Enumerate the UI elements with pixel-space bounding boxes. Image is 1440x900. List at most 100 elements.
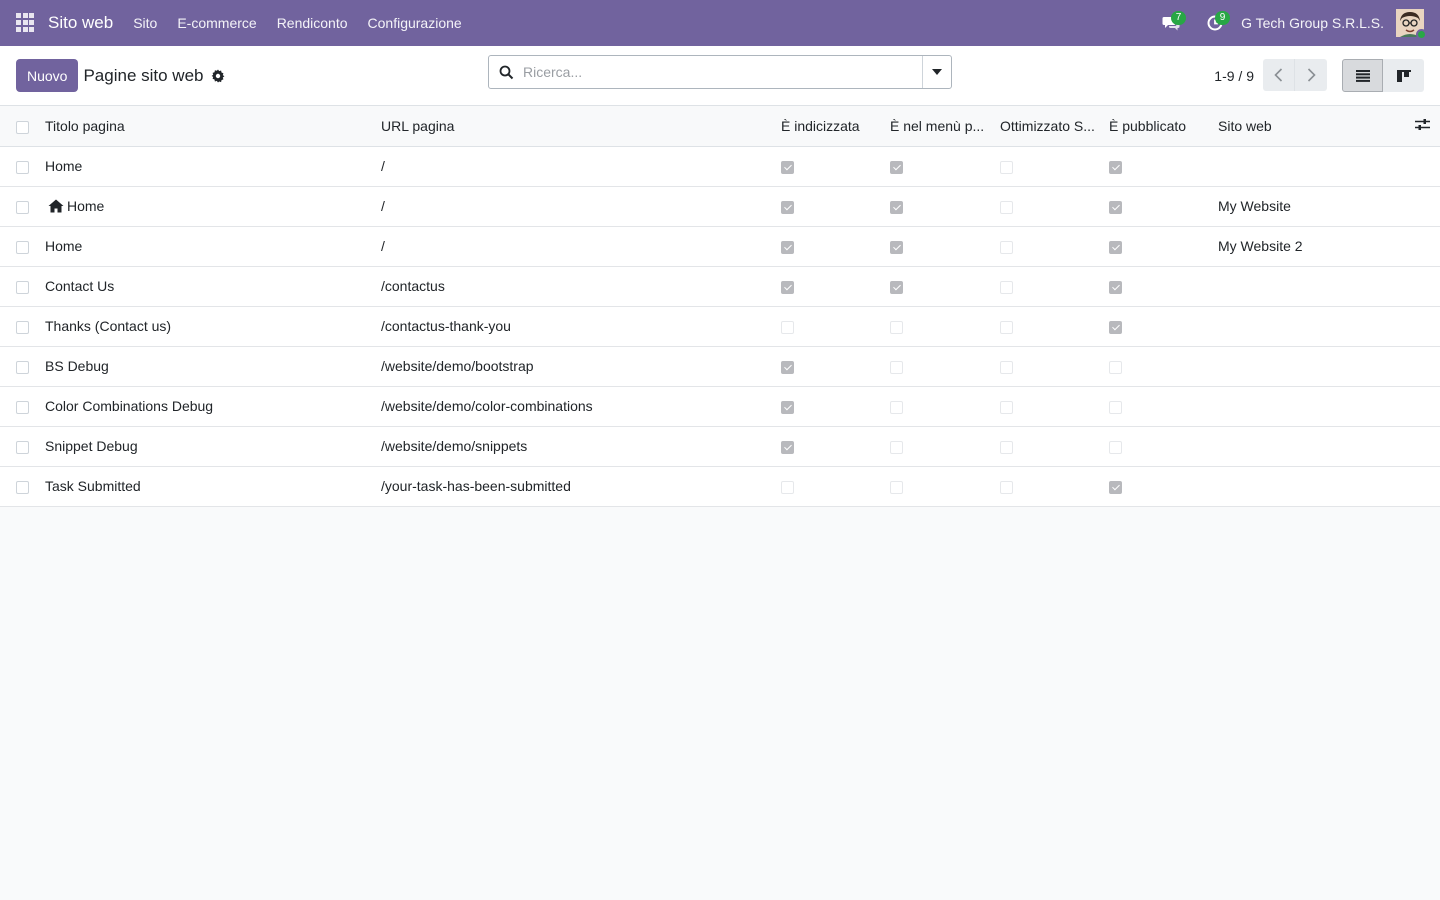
column-header-published[interactable]: È pubblicato bbox=[1105, 106, 1214, 146]
row-select-checkbox[interactable] bbox=[16, 240, 29, 254]
page-title-cell[interactable]: BS Debug bbox=[41, 346, 377, 386]
in-menu-checkbox[interactable] bbox=[890, 200, 903, 214]
page-title-cell[interactable]: Thanks (Contact us) bbox=[41, 306, 377, 346]
in-menu-checkbox[interactable] bbox=[890, 400, 903, 414]
row-select-checkbox[interactable] bbox=[16, 360, 29, 374]
page-url-cell[interactable]: /contactus-thank-you bbox=[377, 306, 777, 346]
page-title-cell[interactable]: Color Combinations Debug bbox=[41, 386, 377, 426]
row-select-checkbox[interactable] bbox=[16, 480, 29, 494]
row-select-checkbox[interactable] bbox=[16, 320, 29, 334]
user-avatar[interactable] bbox=[1396, 9, 1427, 40]
seo-optimized-checkbox[interactable] bbox=[1000, 320, 1013, 334]
search-options-toggle[interactable] bbox=[922, 56, 951, 88]
indexed-checkbox[interactable] bbox=[781, 280, 794, 294]
table-row[interactable]: Contact Us/contactus bbox=[0, 266, 1440, 306]
optional-columns-toggle[interactable] bbox=[1400, 106, 1440, 146]
published-checkbox[interactable] bbox=[1109, 320, 1122, 334]
table-row[interactable]: Snippet Debug/website/demo/snippets bbox=[0, 426, 1440, 466]
website-cell[interactable]: My Website bbox=[1214, 186, 1400, 226]
published-checkbox[interactable] bbox=[1109, 240, 1122, 254]
page-url-cell[interactable]: /contactus bbox=[377, 266, 777, 306]
in-menu-checkbox[interactable] bbox=[890, 320, 903, 334]
seo-optimized-checkbox[interactable] bbox=[1000, 280, 1013, 294]
published-checkbox[interactable] bbox=[1109, 160, 1122, 174]
in-menu-checkbox[interactable] bbox=[890, 160, 903, 174]
table-row[interactable]: Home / My Website 2 bbox=[0, 226, 1440, 266]
column-header-title[interactable]: Titolo pagina bbox=[41, 106, 377, 146]
menu-item-configurazione[interactable]: Configurazione bbox=[358, 0, 472, 46]
page-url-cell[interactable]: /website/demo/bootstrap bbox=[377, 346, 777, 386]
table-row[interactable]: Color Combinations Debug/website/demo/co… bbox=[0, 386, 1440, 426]
page-url-cell[interactable]: /your-task-has-been-submitted bbox=[377, 466, 777, 506]
page-url-cell[interactable]: / bbox=[377, 186, 777, 226]
app-name[interactable]: Sito web bbox=[48, 13, 113, 33]
in-menu-checkbox[interactable] bbox=[890, 280, 903, 294]
published-checkbox[interactable] bbox=[1109, 200, 1122, 214]
seo-optimized-checkbox[interactable] bbox=[1000, 200, 1013, 214]
seo-optimized-checkbox[interactable] bbox=[1000, 400, 1013, 414]
pager-previous-button[interactable] bbox=[1263, 59, 1295, 91]
website-cell[interactable] bbox=[1214, 306, 1400, 346]
row-select-checkbox[interactable] bbox=[16, 280, 29, 294]
indexed-checkbox[interactable] bbox=[781, 400, 794, 414]
website-cell[interactable] bbox=[1214, 386, 1400, 426]
in-menu-checkbox[interactable] bbox=[890, 440, 903, 454]
row-select-checkbox[interactable] bbox=[16, 160, 29, 174]
company-switcher[interactable]: G Tech Group S.R.L.S. bbox=[1241, 15, 1384, 31]
table-row[interactable]: Home / bbox=[0, 146, 1440, 186]
column-header-seo-optimized[interactable]: Ottimizzato S... bbox=[996, 106, 1105, 146]
published-checkbox[interactable] bbox=[1109, 480, 1122, 494]
published-checkbox[interactable] bbox=[1109, 440, 1122, 454]
seo-optimized-checkbox[interactable] bbox=[1000, 360, 1013, 374]
pager-next-button[interactable] bbox=[1295, 59, 1327, 91]
pager-value[interactable]: 1-9 / 9 bbox=[1214, 46, 1254, 106]
new-button[interactable]: Nuovo bbox=[16, 59, 79, 92]
list-view-button[interactable] bbox=[1342, 59, 1383, 92]
indexed-checkbox[interactable] bbox=[781, 240, 794, 254]
seo-optimized-checkbox[interactable] bbox=[1000, 480, 1013, 494]
published-checkbox[interactable] bbox=[1109, 280, 1122, 294]
in-menu-checkbox[interactable] bbox=[890, 360, 903, 374]
website-cell[interactable] bbox=[1214, 426, 1400, 466]
messaging-button[interactable]: 7 bbox=[1149, 0, 1193, 46]
seo-optimized-checkbox[interactable] bbox=[1000, 160, 1013, 174]
indexed-checkbox[interactable] bbox=[781, 440, 794, 454]
menu-item-rendiconto[interactable]: Rendiconto bbox=[267, 0, 358, 46]
column-header-url[interactable]: URL pagina bbox=[377, 106, 777, 146]
table-row[interactable]: BS Debug/website/demo/bootstrap bbox=[0, 346, 1440, 386]
indexed-checkbox[interactable] bbox=[781, 480, 794, 494]
website-cell[interactable] bbox=[1214, 266, 1400, 306]
column-header-in-menu[interactable]: È nel menù p... bbox=[886, 106, 996, 146]
page-url-cell[interactable]: /website/demo/color-combinations bbox=[377, 386, 777, 426]
page-title-cell[interactable]: Home bbox=[41, 226, 377, 266]
column-header-indexed[interactable]: È indicizzata bbox=[777, 106, 886, 146]
in-menu-checkbox[interactable] bbox=[890, 240, 903, 254]
page-title-cell[interactable]: Contact Us bbox=[41, 266, 377, 306]
table-row[interactable]: Task Submitted/your-task-has-been-submit… bbox=[0, 466, 1440, 506]
row-select-checkbox[interactable] bbox=[16, 440, 29, 454]
page-url-cell[interactable]: / bbox=[377, 226, 777, 266]
row-select-checkbox[interactable] bbox=[16, 200, 29, 214]
published-checkbox[interactable] bbox=[1109, 400, 1122, 414]
table-row[interactable]: Home / My Website bbox=[0, 186, 1440, 226]
apps-menu-icon[interactable] bbox=[16, 13, 36, 33]
website-cell[interactable]: My Website 2 bbox=[1214, 226, 1400, 266]
page-title-cell[interactable]: Home bbox=[41, 146, 377, 186]
table-row[interactable]: Thanks (Contact us) /contactus-thank-you bbox=[0, 306, 1440, 346]
indexed-checkbox[interactable] bbox=[781, 360, 794, 374]
indexed-checkbox[interactable] bbox=[781, 200, 794, 214]
row-select-checkbox[interactable] bbox=[16, 400, 29, 414]
in-menu-checkbox[interactable] bbox=[890, 480, 903, 494]
column-header-website[interactable]: Sito web bbox=[1214, 106, 1400, 146]
gear-icon[interactable] bbox=[211, 69, 225, 83]
indexed-checkbox[interactable] bbox=[781, 160, 794, 174]
menu-item-ecommerce[interactable]: E-commerce bbox=[167, 0, 266, 46]
page-url-cell[interactable]: / bbox=[377, 146, 777, 186]
seo-optimized-checkbox[interactable] bbox=[1000, 440, 1013, 454]
website-cell[interactable] bbox=[1214, 466, 1400, 506]
page-url-cell[interactable]: /website/demo/snippets bbox=[377, 426, 777, 466]
website-cell[interactable] bbox=[1214, 146, 1400, 186]
seo-optimized-checkbox[interactable] bbox=[1000, 240, 1013, 254]
select-all-checkbox[interactable] bbox=[16, 120, 29, 134]
indexed-checkbox[interactable] bbox=[781, 320, 794, 334]
